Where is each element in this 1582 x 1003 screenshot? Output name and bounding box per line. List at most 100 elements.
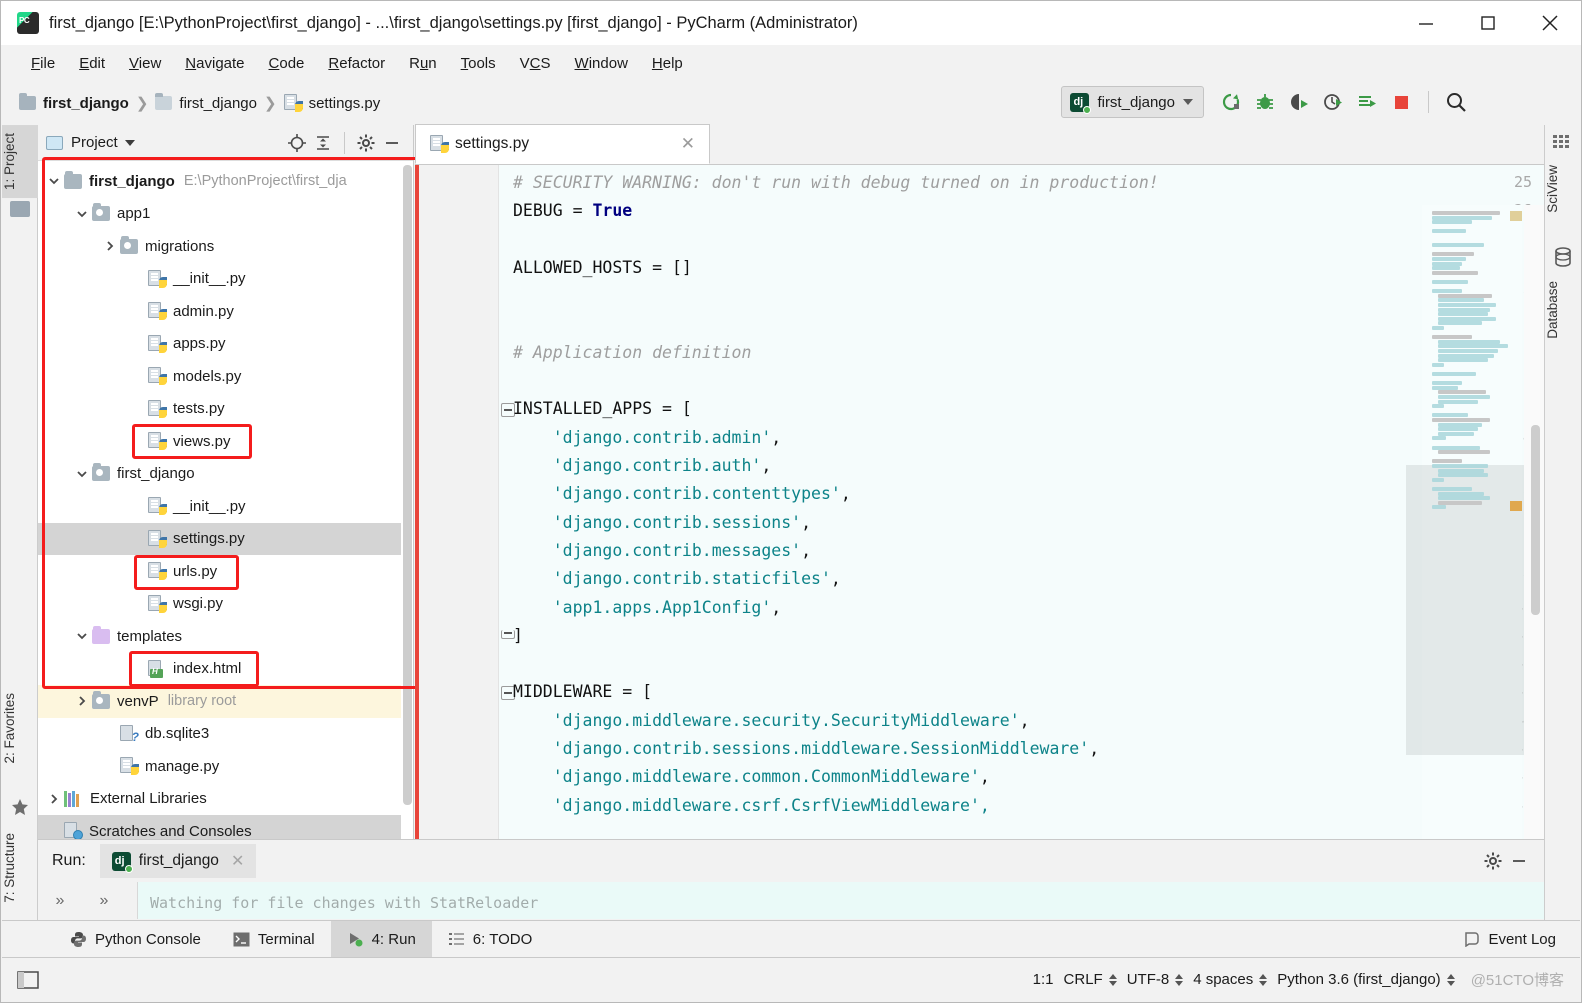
tree-item-settings-py[interactable]: settings.py <box>38 522 401 555</box>
search-icon[interactable] <box>1441 87 1471 117</box>
project-scrollbar[interactable] <box>402 165 412 835</box>
chevron-right-icon[interactable] <box>44 783 64 815</box>
menu-refactor[interactable]: Refactor <box>316 53 397 74</box>
layout-icon[interactable] <box>2 970 54 989</box>
chevron-down-icon[interactable] <box>72 620 92 652</box>
stop-icon[interactable] <box>1386 87 1416 117</box>
breadcrumb-item-0[interactable]: first_django <box>19 93 129 112</box>
tab-run[interactable]: 4: Run <box>330 920 432 958</box>
profile-icon[interactable] <box>1318 87 1348 117</box>
sidebar-item-database[interactable]: Database <box>1545 273 1581 347</box>
tree-item-templates[interactable]: templates <box>38 620 401 653</box>
django-icon <box>111 851 133 873</box>
python-file-icon <box>148 367 167 386</box>
hide-icon[interactable] <box>379 130 405 156</box>
tree-item-label: admin.py <box>173 302 234 320</box>
tree-item-manage-py[interactable]: manage.py <box>38 750 401 783</box>
chevron-right-icon[interactable]: » <box>38 892 82 910</box>
menu-file[interactable]: File <box>19 53 67 74</box>
tree-item--init-py[interactable]: __init__.py <box>38 490 401 523</box>
tab-todo[interactable]: 6: TODO <box>432 921 548 958</box>
menu-vcs[interactable]: VCS <box>508 53 563 74</box>
menu-run[interactable]: Run <box>397 53 449 74</box>
collapse-all-icon[interactable] <box>310 130 336 156</box>
close-icon[interactable]: ✕ <box>231 851 244 871</box>
minimap-line <box>1432 289 1462 294</box>
tree-item-first-django[interactable]: first_django <box>38 458 401 491</box>
chevron-right-icon[interactable] <box>72 685 92 717</box>
tree-item-apps-py[interactable]: apps.py <box>38 328 401 361</box>
tab-terminal[interactable]: Terminal <box>217 921 331 958</box>
chevron-down-icon[interactable] <box>44 165 64 197</box>
python-file-icon <box>148 334 167 353</box>
tab-settings-py[interactable]: settings.py ✕ <box>415 124 710 164</box>
tree-item-external-libraries[interactable]: External Libraries <box>38 783 401 816</box>
run-config-selector[interactable]: first_django <box>1061 86 1204 118</box>
tree-item-wsgi-py[interactable]: wsgi.py <box>38 588 401 621</box>
run-console[interactable]: » » Watching for file changes with StatR… <box>38 882 1544 919</box>
python-interpreter[interactable]: Python 3.6 (first_django) <box>1277 971 1455 988</box>
chevron-right-icon[interactable]: » <box>82 892 126 910</box>
sidebar-item-structure[interactable]: 7: Structure <box>2 825 38 911</box>
tree-item-db-sqlite3[interactable]: ? db.sqlite3 <box>38 718 401 751</box>
chevron-down-icon[interactable] <box>72 198 92 230</box>
tree-item-first-django[interactable]: first_django E:\PythonProject\first_dja <box>38 165 401 198</box>
editor-scrollbar[interactable] <box>1524 205 1544 839</box>
editor-minimap[interactable] <box>1406 205 1524 839</box>
menu-help[interactable]: Help <box>640 53 695 74</box>
menu-tools[interactable]: Tools <box>449 53 508 74</box>
sidebar-item-sciview[interactable]: SciView <box>1545 157 1581 221</box>
sidebar-item-project[interactable]: 1: Project <box>2 125 38 199</box>
minimap-viewport[interactable] <box>1406 465 1524 755</box>
tree-item-views-py[interactable]: views.py <box>38 425 401 458</box>
rerun-icon[interactable] <box>1216 87 1246 117</box>
tree-item-venvp[interactable]: venvP library root <box>38 685 401 718</box>
tree-item-models-py[interactable]: models.py <box>38 360 401 393</box>
event-log-button[interactable]: Event Log <box>1447 921 1580 958</box>
project-tree[interactable]: first_django E:\PythonProject\first_dja ap… <box>38 161 401 839</box>
tree-item-scratches-and-consoles[interactable]: Scratches and Consoles <box>38 815 401 839</box>
breadcrumb-item-2[interactable]: settings.py <box>283 94 380 112</box>
settings-gear-icon[interactable] <box>353 130 379 156</box>
python-file-icon <box>148 529 167 548</box>
minimize-icon[interactable] <box>1395 1 1457 45</box>
close-icon[interactable]: ✕ <box>681 134 695 154</box>
menu-window[interactable]: Window <box>563 53 640 74</box>
editor-scrollbar-thumb[interactable] <box>1531 425 1540 615</box>
run-with-coverage-icon[interactable] <box>1284 87 1314 117</box>
tree-item-admin-py[interactable]: admin.py <box>38 295 401 328</box>
project-scrollbar-thumb[interactable] <box>403 165 412 805</box>
chevron-down-icon[interactable] <box>124 139 135 146</box>
tree-item-index-html[interactable]: index.html <box>38 653 401 686</box>
breadcrumb-item-1[interactable]: first_django <box>155 93 257 112</box>
sidebar-item-favorites[interactable]: 2: Favorites <box>2 685 38 772</box>
close-icon[interactable] <box>1519 1 1581 45</box>
tree-item-urls-py[interactable]: urls.py <box>38 555 401 588</box>
locate-icon[interactable] <box>284 130 310 156</box>
menu-view[interactable]: View <box>117 53 173 74</box>
tree-item-app1[interactable]: app1 <box>38 198 401 231</box>
line-separator[interactable]: CRLF <box>1064 971 1117 988</box>
menu-navigate[interactable]: Navigate <box>173 53 256 74</box>
minimap-marker <box>1510 211 1522 221</box>
debug-icon[interactable] <box>1250 87 1280 117</box>
code-line: INSTALLED_APPS = [ <box>513 399 692 419</box>
tree-item-tests-py[interactable]: tests.py <box>38 393 401 426</box>
run-with-console-icon[interactable] <box>1352 87 1382 117</box>
hide-icon[interactable] <box>1506 848 1532 874</box>
code-view[interactable]: 25 # SECURITY WARNING: don't run with deb… <box>415 165 1544 839</box>
menu-code[interactable]: Code <box>257 53 317 74</box>
indent-setting[interactable]: 4 spaces <box>1193 971 1268 988</box>
settings-gear-icon[interactable] <box>1480 848 1506 874</box>
tree-item-migrations[interactable]: migrations <box>38 230 401 263</box>
tree-item-suffix: E:\PythonProject\first_dja <box>183 173 347 190</box>
menu-edit[interactable]: Edit <box>67 53 117 74</box>
chevron-right-icon[interactable] <box>100 230 120 262</box>
tree-item--init-py[interactable]: __init__.py <box>38 263 401 296</box>
caret-position[interactable]: 1:1 <box>1033 971 1054 988</box>
maximize-icon[interactable] <box>1457 1 1519 45</box>
run-tab-first-django[interactable]: first_django ✕ <box>99 844 257 878</box>
tab-python-console[interactable]: Python Console <box>54 921 217 958</box>
chevron-down-icon[interactable] <box>72 458 92 490</box>
file-encoding[interactable]: UTF-8 <box>1127 971 1184 988</box>
